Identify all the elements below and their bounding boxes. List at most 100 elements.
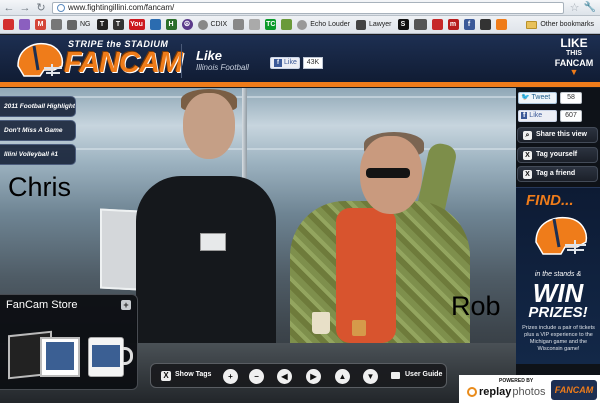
twitter-icon: 🐦 bbox=[521, 94, 530, 101]
bookmark-lawyer[interactable]: Lawyer bbox=[355, 19, 392, 30]
plus-icon[interactable]: + bbox=[121, 300, 131, 310]
facebook-like-side-button[interactable]: f Like bbox=[518, 110, 557, 122]
like-this-fancam-button[interactable]: LIKE THIS FANCAM ▼ bbox=[554, 36, 594, 77]
person-left-head bbox=[183, 93, 235, 159]
bookmark-green-icon[interactable] bbox=[281, 19, 293, 30]
helmet-icon bbox=[535, 216, 588, 255]
bookmark-pocket-icon[interactable] bbox=[3, 19, 14, 30]
show-tags-button[interactable]: Show Tags bbox=[175, 371, 211, 378]
bookmark-cdix-label: CDIX bbox=[210, 21, 228, 28]
tag-x-icon: X bbox=[523, 151, 532, 160]
person-right-scarf bbox=[336, 208, 396, 343]
powered-by-label: POWERED BY bbox=[499, 378, 534, 384]
zoom-in-icon[interactable]: + bbox=[223, 369, 238, 384]
arrow-up-icon[interactable]: ▲ bbox=[335, 369, 350, 384]
bookmark-lawyer-label: Lawyer bbox=[368, 21, 392, 28]
user-guide-icon bbox=[391, 372, 400, 379]
arrow-down-icon[interactable]: ▼ bbox=[363, 369, 378, 384]
photo-toolbar: X Show Tags + − ◀ ▶ ▲ ▼ User Guide bbox=[150, 363, 447, 388]
url-text: www.fightingillini.com/fancam/ bbox=[68, 3, 175, 12]
back-icon[interactable]: ← bbox=[2, 1, 16, 15]
like-fancam-line1: LIKE bbox=[560, 36, 588, 50]
facebook-icon[interactable]: f bbox=[463, 19, 475, 30]
bookmark-grey-icon[interactable] bbox=[51, 19, 62, 30]
fancam-store[interactable]: FanCam Store + bbox=[0, 294, 138, 390]
album-tab-dont-miss[interactable]: Don't Miss A Game bbox=[0, 120, 76, 141]
bookmark-cdix[interactable]: CDIX bbox=[197, 19, 228, 30]
gmail-icon[interactable]: M bbox=[35, 19, 46, 30]
ng-icon bbox=[67, 19, 77, 30]
other-bookmarks[interactable]: Other bookmarks bbox=[526, 20, 594, 29]
h-icon[interactable]: H bbox=[165, 19, 177, 30]
peace-icon[interactable]: ☮ bbox=[181, 19, 193, 30]
facebook-like-side-count: 607 bbox=[560, 110, 582, 122]
folder-icon bbox=[526, 20, 538, 29]
photos-text: photos bbox=[512, 386, 546, 398]
bookmark-purple-icon[interactable] bbox=[19, 19, 30, 30]
forward-icon[interactable]: → bbox=[18, 1, 32, 15]
bookmark-dark-icon[interactable] bbox=[479, 19, 491, 30]
powered-by[interactable]: POWERED BY replay photos FANCAM bbox=[459, 375, 600, 403]
tag-yourself-button[interactable]: X Tag yourself bbox=[517, 147, 598, 163]
chevron-down-icon: ▼ bbox=[569, 67, 579, 77]
tag-x-icon: X bbox=[523, 170, 532, 179]
promo-win: WIN bbox=[532, 278, 584, 308]
arrow-left-icon[interactable]: ◀ bbox=[277, 369, 292, 384]
s-icon[interactable]: S bbox=[397, 19, 409, 30]
t-icon[interactable]: T bbox=[112, 19, 124, 30]
facebook-icon: f bbox=[274, 59, 282, 67]
close-icon[interactable]: X bbox=[161, 371, 171, 381]
facebook-like-label: Like bbox=[284, 59, 297, 66]
promo-fine-print: Prizes include a pair of tickets plus a … bbox=[522, 325, 595, 352]
bookmark-red-icon[interactable] bbox=[431, 19, 443, 30]
tc-icon[interactable]: TC bbox=[265, 19, 277, 30]
url-input[interactable]: www.fightingillini.com/fancam/ bbox=[52, 1, 564, 14]
replay-logo-icon bbox=[467, 387, 477, 397]
share-view-label: Share this view bbox=[536, 131, 587, 138]
bookmark-echo-label: Echo Louder bbox=[310, 21, 350, 28]
arrow-right-icon[interactable]: ▶ bbox=[306, 369, 321, 384]
fancam-logo[interactable]: FANCAM bbox=[64, 47, 183, 80]
browser-address-bar: ← → ↻ www.fightingillini.com/fancam/ ☆ 🔧 bbox=[0, 0, 600, 16]
replay-photos-logo: replay photos bbox=[467, 386, 545, 398]
bookmark-orange-icon[interactable] bbox=[495, 19, 507, 30]
tag-friend-button[interactable]: X Tag a friend bbox=[517, 166, 598, 182]
zoom-out-icon[interactable]: − bbox=[249, 369, 264, 384]
search-icon: ⌕ bbox=[523, 131, 532, 140]
facebook-like-button[interactable]: f Like bbox=[270, 57, 300, 69]
bookmark-page-icon[interactable] bbox=[249, 19, 261, 30]
promo-stands: in the stands & bbox=[534, 271, 582, 278]
album-tabs: 2011 Football Highlights Don't Miss A Ga… bbox=[0, 96, 76, 168]
like-title: Like bbox=[196, 48, 223, 63]
facebook-like-count: 43K bbox=[303, 57, 323, 69]
bookmark-echo[interactable]: Echo Louder bbox=[297, 19, 350, 30]
bookmark-dots-icon[interactable] bbox=[413, 19, 427, 30]
share-view-button[interactable]: ⌕ Share this view bbox=[517, 127, 598, 143]
bookmark-circle-icon[interactable] bbox=[233, 19, 245, 30]
wrench-icon[interactable]: 🔧 bbox=[584, 2, 596, 13]
mug-handle bbox=[123, 347, 133, 365]
bookmark-star-icon[interactable]: ☆ bbox=[570, 1, 580, 14]
replay-text: replay bbox=[479, 386, 512, 398]
window-reflection bbox=[0, 96, 516, 98]
tweet-label: Tweet bbox=[531, 94, 551, 101]
bookmarks-bar: M NG T T You H ☮ CDIX TC Echo Louder Law… bbox=[0, 16, 600, 34]
cup bbox=[312, 312, 330, 334]
reload-icon[interactable]: ↻ bbox=[34, 1, 48, 15]
m-icon[interactable]: m bbox=[447, 19, 459, 30]
bookmark-blue-icon[interactable] bbox=[149, 19, 161, 30]
like-fancam-line2: THIS bbox=[566, 50, 582, 57]
nyt-icon[interactable]: T bbox=[96, 19, 108, 30]
promo-prizes: PRIZES! bbox=[528, 304, 588, 321]
promo-find: FIND... bbox=[526, 192, 574, 209]
user-guide-button[interactable]: User Guide bbox=[405, 371, 442, 378]
youtube-icon[interactable]: You bbox=[128, 19, 145, 30]
facebook-icon: f bbox=[521, 112, 528, 119]
cdix-icon bbox=[197, 19, 208, 30]
prize-promo[interactable]: FIND... in the stands & WIN PRIZES! Priz… bbox=[516, 187, 600, 364]
tweet-button[interactable]: 🐦 Tweet bbox=[518, 92, 557, 104]
album-tab-volleyball[interactable]: Illini Volleyball #1 bbox=[0, 144, 76, 165]
store-title: FanCam Store bbox=[6, 299, 78, 311]
album-tab-football-highlights[interactable]: 2011 Football Highlights bbox=[0, 96, 76, 117]
bookmark-ng[interactable]: NG bbox=[67, 19, 91, 30]
